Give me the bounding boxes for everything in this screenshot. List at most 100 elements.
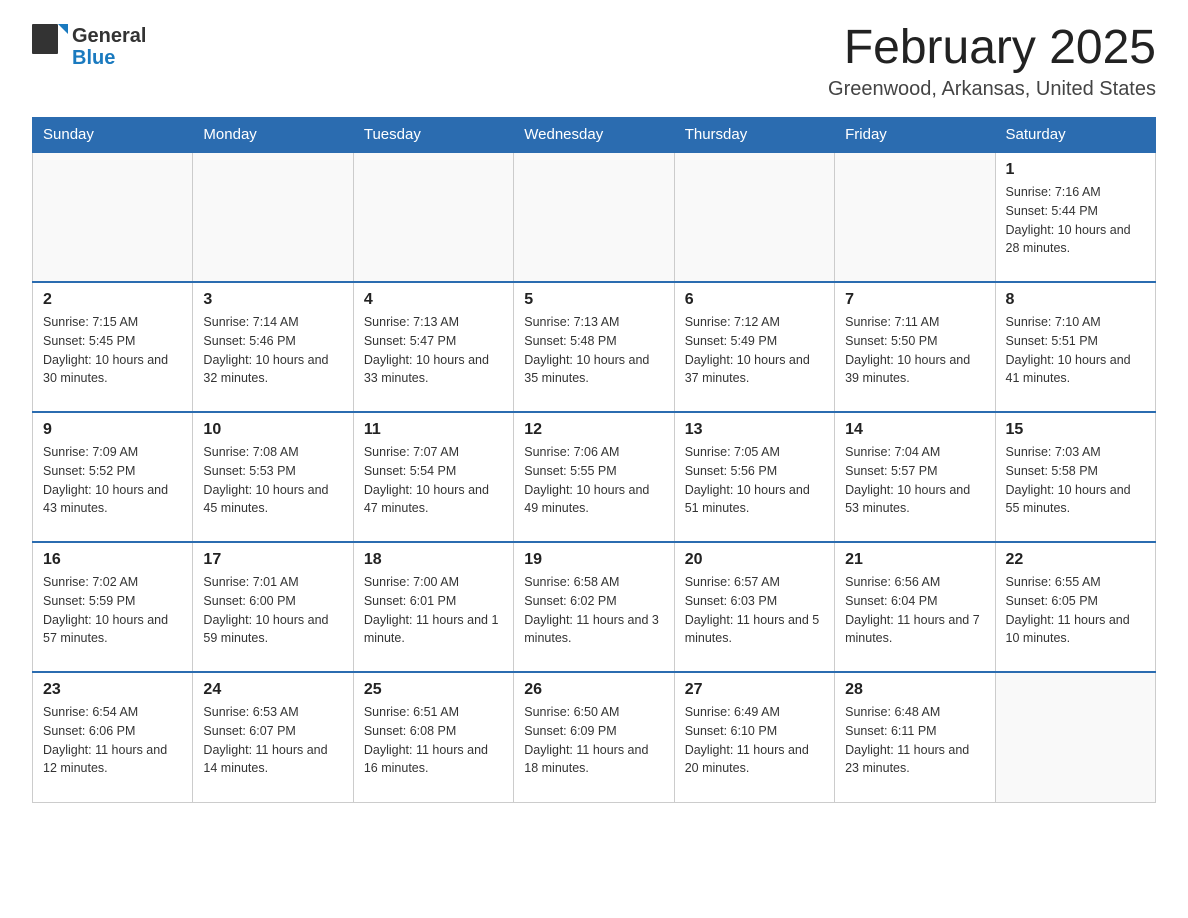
calendar-cell: 6Sunrise: 7:12 AMSunset: 5:49 PMDaylight… <box>674 282 834 412</box>
calendar-cell: 9Sunrise: 7:09 AMSunset: 5:52 PMDaylight… <box>33 412 193 542</box>
calendar-cell: 18 Sunrise: 7:00 AMSunset: 6:01 PMDayligh… <box>353 542 513 672</box>
calendar-cell: 28 Sunrise: 6:48 AMSunset: 6:11 PMDayligh… <box>835 672 995 802</box>
day-number: 3 <box>203 291 342 309</box>
week-row: 23Sunrise: 6:54 AMSunset: 6:06 PMDayligh… <box>33 672 1156 802</box>
day-info: Sunrise: 6:55 AMSunset: 6:05 PMDaylight:… <box>1006 573 1145 648</box>
calendar-cell: 22 Sunrise: 6:55 AMSunset: 6:05 PMDayligh… <box>995 542 1155 672</box>
calendar-cell <box>353 152 513 282</box>
day-info: Sunrise: 7:16 AMSunset: 5:44 PMDaylight:… <box>1006 183 1145 258</box>
calendar-cell: 17 Sunrise: 7:01 AMSunset: 6:00 PMDayligh… <box>193 542 353 672</box>
calendar-cell: 4 Sunrise: 7:13 AMSunset: 5:47 PMDaylight… <box>353 282 513 412</box>
calendar-cell: 21 Sunrise: 6:56 AMSunset: 6:04 PMDayligh… <box>835 542 995 672</box>
day-of-week-header: Wednesday <box>514 118 674 153</box>
calendar-cell <box>835 152 995 282</box>
day-info: Sunrise: 7:04 AMSunset: 5:57 PMDaylight:… <box>845 443 984 518</box>
day-number: 19 <box>524 551 663 569</box>
day-number: 24 <box>203 681 342 699</box>
day-of-week-header: Friday <box>835 118 995 153</box>
day-info: Sunrise: 7:13 AMSunset: 5:48 PMDaylight:… <box>524 313 663 388</box>
day-info: Sunrise: 6:48 AMSunset: 6:11 PMDaylight:… <box>845 703 984 778</box>
day-info: Sunrise: 7:13 AMSunset: 5:47 PMDaylight:… <box>364 313 503 388</box>
day-number: 18 <box>364 551 503 569</box>
calendar-cell: 23Sunrise: 6:54 AMSunset: 6:06 PMDayligh… <box>33 672 193 802</box>
day-number: 21 <box>845 551 984 569</box>
calendar-cell: 24 Sunrise: 6:53 AMSunset: 6:07 PMDayligh… <box>193 672 353 802</box>
page-header: General Blue February 2025 Greenwood, Ar… <box>32 24 1156 101</box>
day-number: 15 <box>1006 421 1145 439</box>
calendar-cell <box>674 152 834 282</box>
calendar-cell: 8 Sunrise: 7:10 AMSunset: 5:51 PMDaylight… <box>995 282 1155 412</box>
day-number: 22 <box>1006 551 1145 569</box>
day-of-week-header: Tuesday <box>353 118 513 153</box>
day-number: 8 <box>1006 291 1145 309</box>
calendar-table: SundayMondayTuesdayWednesdayThursdayFrid… <box>32 117 1156 803</box>
calendar-cell: 16 Sunrise: 7:02 AMSunset: 5:59 PMDayligh… <box>33 542 193 672</box>
day-info: Sunrise: 7:10 AMSunset: 5:51 PMDaylight:… <box>1006 313 1145 388</box>
day-number: 27 <box>685 681 824 699</box>
day-info: Sunrise: 7:00 AMSunset: 6:01 PMDaylight:… <box>364 573 503 648</box>
calendar-cell: 25 Sunrise: 6:51 AMSunset: 6:08 PMDayligh… <box>353 672 513 802</box>
calendar-cell: 13 Sunrise: 7:05 AMSunset: 5:56 PMDayligh… <box>674 412 834 542</box>
day-number: 4 <box>364 291 503 309</box>
day-info: Sunrise: 6:53 AMSunset: 6:07 PMDaylight:… <box>203 703 342 778</box>
day-info: Sunrise: 7:14 AMSunset: 5:46 PMDaylight:… <box>203 313 342 388</box>
day-number: 6 <box>685 291 824 309</box>
day-of-week-header: Thursday <box>674 118 834 153</box>
calendar-cell: 5 Sunrise: 7:13 AMSunset: 5:48 PMDaylight… <box>514 282 674 412</box>
day-number: 25 <box>364 681 503 699</box>
calendar-cell <box>193 152 353 282</box>
day-info: Sunrise: 7:08 AMSunset: 5:53 PMDaylight:… <box>203 443 342 518</box>
day-info: Sunrise: 6:58 AMSunset: 6:02 PMDaylight:… <box>524 573 663 648</box>
calendar-cell: 3 Sunrise: 7:14 AMSunset: 5:46 PMDaylight… <box>193 282 353 412</box>
day-number: 2 <box>43 291 182 309</box>
logo-name: General Blue <box>72 25 146 69</box>
calendar-cell: 14 Sunrise: 7:04 AMSunset: 5:57 PMDayligh… <box>835 412 995 542</box>
day-number: 11 <box>364 421 503 439</box>
day-number: 20 <box>685 551 824 569</box>
day-number: 12 <box>524 421 663 439</box>
month-title: February 2025 <box>828 24 1156 72</box>
title-block: February 2025 Greenwood, Arkansas, Unite… <box>828 24 1156 101</box>
day-info: Sunrise: 7:05 AMSunset: 5:56 PMDaylight:… <box>685 443 824 518</box>
calendar-cell: 27 Sunrise: 6:49 AMSunset: 6:10 PMDayligh… <box>674 672 834 802</box>
logo: General Blue <box>32 24 146 69</box>
day-info: Sunrise: 7:15 AMSunset: 5:45 PMDaylight:… <box>43 313 182 388</box>
day-number: 14 <box>845 421 984 439</box>
day-info: Sunrise: 7:07 AMSunset: 5:54 PMDaylight:… <box>364 443 503 518</box>
day-number: 10 <box>203 421 342 439</box>
day-number: 9 <box>43 421 182 439</box>
day-of-week-header: Saturday <box>995 118 1155 153</box>
calendar-header: SundayMondayTuesdayWednesdayThursdayFrid… <box>33 118 1156 153</box>
day-info: Sunrise: 7:03 AMSunset: 5:58 PMDaylight:… <box>1006 443 1145 518</box>
calendar-cell: 15 Sunrise: 7:03 AMSunset: 5:58 PMDayligh… <box>995 412 1155 542</box>
logo-icon <box>32 24 68 69</box>
week-row: 1 Sunrise: 7:16 AMSunset: 5:44 PMDaylight… <box>33 152 1156 282</box>
calendar-cell: 12Sunrise: 7:06 AMSunset: 5:55 PMDayligh… <box>514 412 674 542</box>
day-number: 17 <box>203 551 342 569</box>
day-number: 5 <box>524 291 663 309</box>
day-info: Sunrise: 6:54 AMSunset: 6:06 PMDaylight:… <box>43 703 182 778</box>
calendar-cell: 1 Sunrise: 7:16 AMSunset: 5:44 PMDaylight… <box>995 152 1155 282</box>
day-number: 1 <box>1006 161 1145 179</box>
calendar-cell: 20 Sunrise: 6:57 AMSunset: 6:03 PMDayligh… <box>674 542 834 672</box>
calendar-cell <box>995 672 1155 802</box>
day-info: Sunrise: 7:01 AMSunset: 6:00 PMDaylight:… <box>203 573 342 648</box>
day-of-week-header: Monday <box>193 118 353 153</box>
day-info: Sunrise: 6:56 AMSunset: 6:04 PMDaylight:… <box>845 573 984 648</box>
day-info: Sunrise: 7:11 AMSunset: 5:50 PMDaylight:… <box>845 313 984 388</box>
day-number: 16 <box>43 551 182 569</box>
day-info: Sunrise: 7:02 AMSunset: 5:59 PMDaylight:… <box>43 573 182 648</box>
day-info: Sunrise: 6:57 AMSunset: 6:03 PMDaylight:… <box>685 573 824 648</box>
calendar-cell: 19 Sunrise: 6:58 AMSunset: 6:02 PMDayligh… <box>514 542 674 672</box>
day-of-week-header: Sunday <box>33 118 193 153</box>
day-info: Sunrise: 6:50 AMSunset: 6:09 PMDaylight:… <box>524 703 663 778</box>
calendar-cell <box>33 152 193 282</box>
day-number: 28 <box>845 681 984 699</box>
calendar-cell: 26Sunrise: 6:50 AMSunset: 6:09 PMDayligh… <box>514 672 674 802</box>
day-number: 7 <box>845 291 984 309</box>
week-row: 9Sunrise: 7:09 AMSunset: 5:52 PMDaylight… <box>33 412 1156 542</box>
calendar-body: 1 Sunrise: 7:16 AMSunset: 5:44 PMDaylight… <box>33 152 1156 802</box>
day-number: 13 <box>685 421 824 439</box>
day-info: Sunrise: 6:49 AMSunset: 6:10 PMDaylight:… <box>685 703 824 778</box>
day-info: Sunrise: 6:51 AMSunset: 6:08 PMDaylight:… <box>364 703 503 778</box>
